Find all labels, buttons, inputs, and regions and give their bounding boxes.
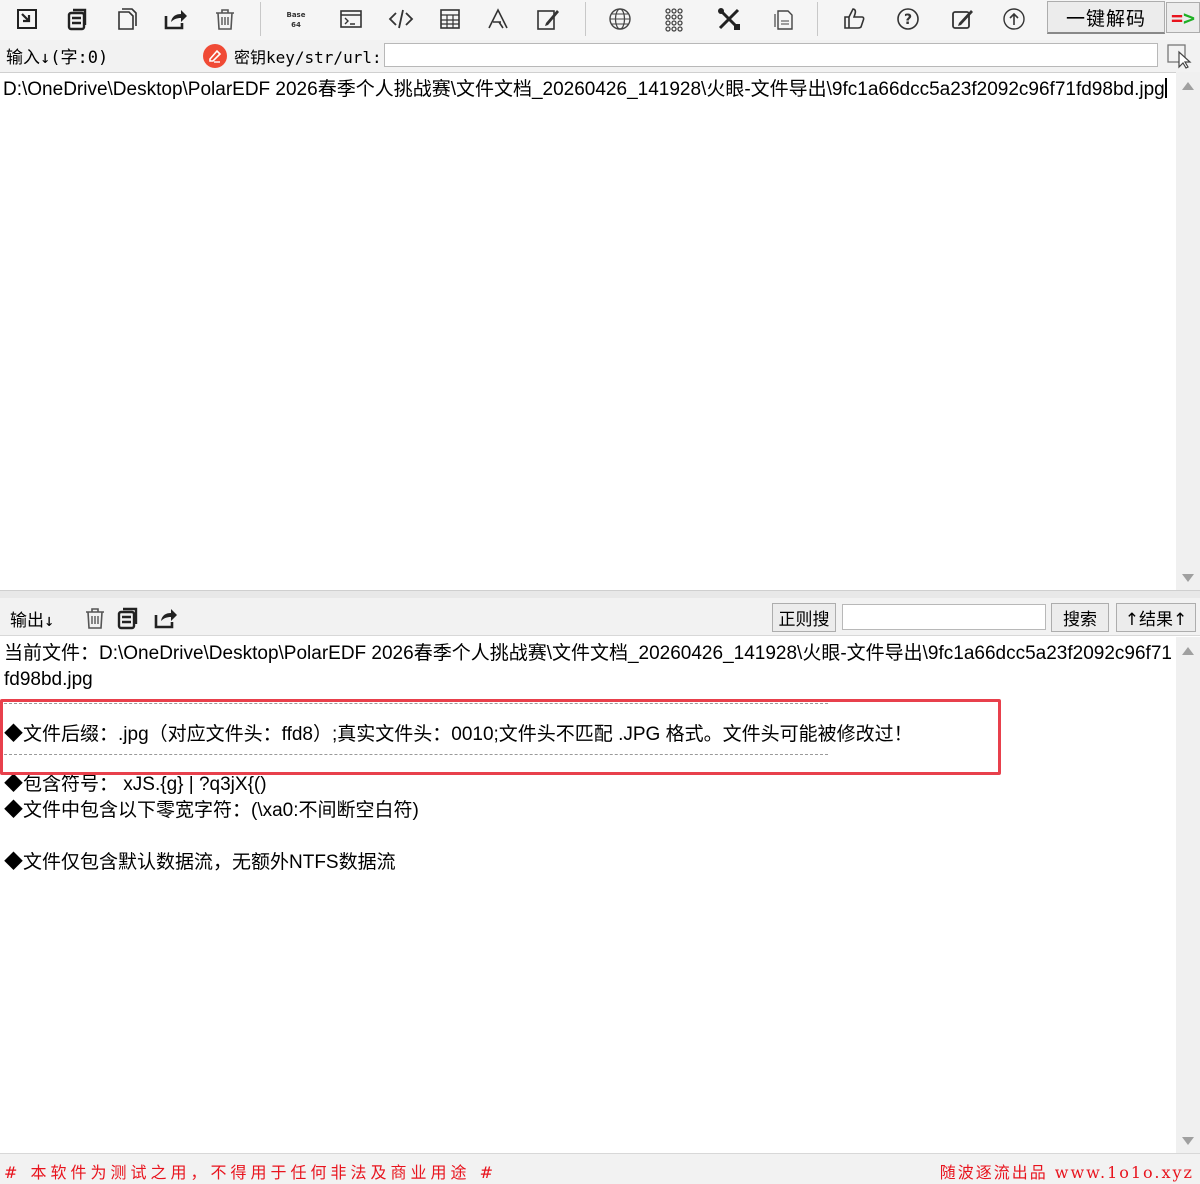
tools-icon[interactable] [713,3,745,35]
scroll-down-icon[interactable] [1182,574,1194,582]
zero-width-line: ◆文件中包含以下零宽字符：(\xa0:不间断空白符) [4,800,419,821]
author-link[interactable]: 随波逐流出品 www.1o1o.xyz [940,1159,1194,1183]
search-button[interactable]: 搜索 [1051,603,1109,632]
highlight-box [0,699,1001,775]
arrow-gt: > [1183,5,1196,30]
grid-icon[interactable] [658,3,690,35]
thumbs-up-icon[interactable] [838,3,870,35]
paste-icon[interactable] [110,3,142,35]
export-icon[interactable] [152,605,178,631]
disclaimer-text: # 本软件为测试之用，不得用于任何非法及商业用途 # [4,1163,497,1182]
one-click-decode-button[interactable]: 一键解码 [1047,1,1165,34]
ntfs-stream-line: ◆文件仅包含默认数据流，无额外NTFS数据流 [4,852,396,873]
status-footer: # 本软件为测试之用，不得用于任何非法及商业用途 # 随波逐流出品 www.1o… [0,1153,1200,1184]
file-icon[interactable] [767,3,799,35]
code-icon[interactable] [385,3,417,35]
trash-icon[interactable] [82,605,108,631]
edit-icon[interactable] [532,3,564,35]
output-textarea[interactable]: 当前文件：D:\OneDrive\Desktop\PolarEDF 2026春季… [0,637,1176,1153]
key-input[interactable] [384,43,1158,67]
scroll-down-icon[interactable] [1182,1137,1194,1145]
calculator-icon[interactable] [434,3,466,35]
upload-icon[interactable] [998,3,1030,35]
font-icon[interactable] [482,3,514,35]
toolbar-separator [817,2,818,36]
eraser-icon[interactable] [203,44,227,68]
run-arrow-button[interactable]: = > [1166,2,1200,33]
input-textarea[interactable]: D:\OneDrive\Desktop\PolarEDF 2026春季个人挑战赛… [0,72,1176,590]
base64-icon[interactable]: Base 64 [280,3,312,35]
scroll-up-icon[interactable] [1182,82,1194,90]
current-file-line: 当前文件：D:\OneDrive\Desktop\PolarEDF 2026春季… [4,643,1172,690]
globe-icon[interactable] [604,3,636,35]
regex-search-button[interactable]: 正则搜 [772,603,836,632]
copy-icon[interactable] [115,605,141,631]
svg-text:?: ? [904,12,912,28]
key-label: 密钥key/str/url: [234,48,382,67]
export-icon[interactable] [159,3,191,35]
search-input[interactable] [842,604,1046,630]
help-icon[interactable]: ? [892,3,924,35]
main-toolbar: Base 64 ? 一键解码 = > [0,0,1200,40]
trash-icon[interactable] [209,3,241,35]
svg-text:Base: Base [287,11,306,19]
text-caret [1164,78,1167,98]
edit-note-icon[interactable] [946,3,978,35]
output-label: 输出↓ [10,611,55,631]
import-icon[interactable] [11,3,43,35]
output-header-row: 输出↓ 正则搜 搜索 ↑结果↑ [0,598,1200,636]
toolbar-separator [585,2,586,36]
svg-text:64: 64 [291,21,301,29]
toolbar-separator [260,2,261,36]
input-label: 输入↓(字:0) [6,48,109,68]
result-to-input-button[interactable]: ↑结果↑ [1116,603,1196,632]
input-header-row: 输入↓(字:0) 密钥key/str/url: [0,40,1200,72]
pane-splitter[interactable] [0,590,1200,598]
terminal-icon[interactable] [335,3,367,35]
copy-icon[interactable] [61,3,93,35]
input-scrollbar[interactable] [1176,72,1200,590]
input-text: D:\OneDrive\Desktop\PolarEDF 2026春季个人挑战赛… [3,79,1165,100]
arrow-eq: = [1170,5,1183,30]
pick-cursor-icon[interactable] [1166,43,1194,69]
output-scrollbar[interactable] [1176,637,1200,1153]
scroll-up-icon[interactable] [1182,647,1194,655]
input-text-content: D:\OneDrive\Desktop\PolarEDF 2026春季个人挑战赛… [3,77,1171,103]
